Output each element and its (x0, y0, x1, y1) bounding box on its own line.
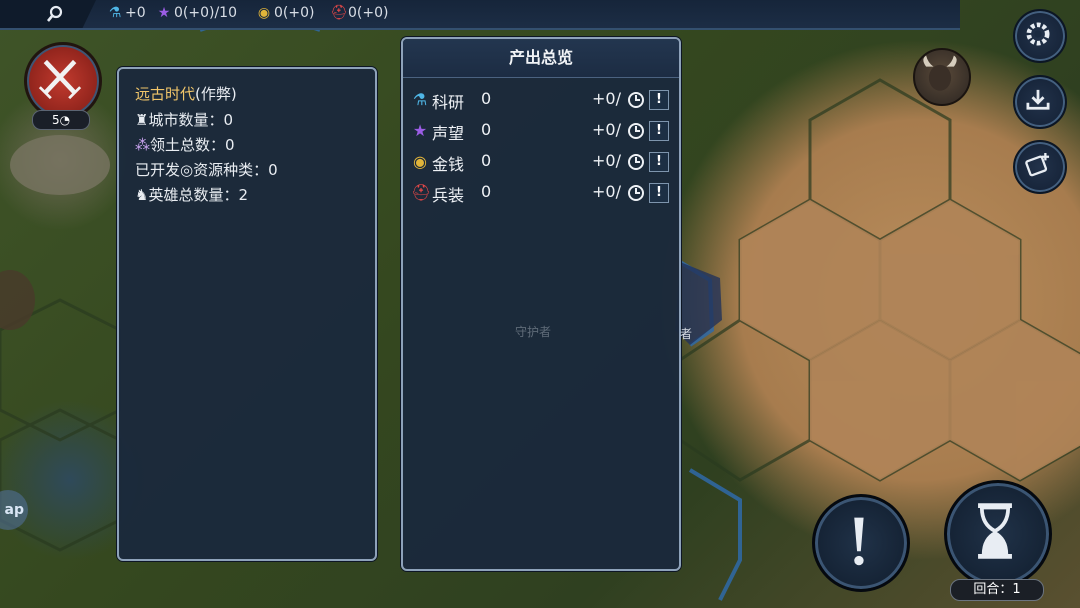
era-name: 远古时代 (135, 85, 196, 103)
clock-icon: ◔ (59, 113, 71, 127)
end-turn-button[interactable] (944, 480, 1052, 588)
hero-icon: ♞ (135, 186, 149, 204)
resource-bar: ⚗ +0 ★ 0(+0)/10 ◉ 0(+0) ⛑0(+0) (0, 0, 960, 30)
gold-coin-icon: ◉ (257, 5, 271, 21)
clock-icon (628, 92, 644, 108)
war-button[interactable] (24, 42, 102, 120)
output-overview-panel: 产出总览 ⚗ 科研 0 +0/ ! ★ 声望 0 +0/ ! ◉ 金钱 0 +0… (401, 37, 681, 571)
war-count-badge: 5◔ (32, 110, 90, 130)
search-button[interactable] (0, 0, 96, 28)
gold-output-row: ◉ 金钱 0 +0/ ! (411, 149, 669, 175)
armament-label: 兵装 (432, 186, 465, 205)
ticket-plus-icon (1025, 153, 1050, 177)
hero-count-text: 英雄总数量：2 (148, 186, 248, 204)
era-row: 远古时代(作弊) (135, 83, 237, 104)
prestige-rate: +0/ (592, 120, 621, 139)
science-value: +0 (125, 5, 146, 21)
resource-icon: ◎ (180, 161, 194, 179)
prestige-amount: 0 (481, 120, 492, 139)
clock-icon (628, 154, 644, 170)
download-button[interactable] (1013, 75, 1067, 129)
territory-icon: ⁂ (135, 136, 150, 154)
gold-label: 金钱 (432, 155, 465, 174)
city-count-text: 城市数量：0 (148, 111, 233, 129)
territory-count-row: ⁂领土总数：0 (135, 134, 235, 155)
crossed-swords-icon (38, 59, 82, 100)
star-icon: ★ (157, 5, 171, 21)
science-amount: 0 (481, 89, 492, 108)
armament-amount: 0 (481, 182, 492, 201)
map-unit-label-guardian: 守护者 (515, 325, 552, 339)
prestige-info-button[interactable]: ! (649, 121, 669, 141)
clock-icon (628, 185, 644, 201)
science-info-button[interactable]: ! (649, 90, 669, 110)
castle-icon: ♜ (135, 111, 149, 129)
download-icon (1026, 89, 1050, 110)
resource-types-label-b: 资源种类：0 (193, 161, 278, 179)
gold-amount: 0 (481, 151, 492, 170)
gold-info-button[interactable]: ! (649, 152, 669, 172)
settings-button[interactable] (1013, 9, 1067, 63)
armament-value: 0(+0) (348, 5, 389, 21)
science-label: 科研 (432, 93, 465, 112)
notifications-button[interactable] (812, 494, 910, 592)
build-queue-button[interactable] (1013, 140, 1067, 194)
era-suffix: (作弊) (195, 85, 237, 103)
bull-head-icon (923, 55, 957, 91)
armament-rate: +0/ (592, 182, 621, 201)
hero-count-row: ♞英雄总数量：2 (135, 184, 248, 205)
gold-value: 0(+0) (274, 5, 315, 21)
gold-rate: +0/ (592, 151, 621, 170)
territory-count-text: 领土总数：0 (150, 136, 235, 154)
science-flask-icon: ⚗ (412, 90, 428, 109)
armor-helmet-icon: ⛑ (330, 5, 348, 21)
empire-stats-panel: 远古时代(作弊) ♜城市数量：0 ⁂领土总数：0 已开发◎资源种类：0 ♞英雄总… (117, 67, 377, 561)
exclamation-icon (854, 517, 864, 566)
science-rate: +0/ (592, 89, 621, 108)
armament-resource[interactable]: ⛑0(+0) (330, 5, 388, 21)
prestige-output-row: ★ 声望 0 +0/ ! (411, 118, 669, 144)
resource-types-row: 已开发◎资源种类：0 (135, 159, 278, 180)
armament-info-button[interactable]: ! (649, 183, 669, 203)
output-panel-title: 产出总览 (403, 39, 679, 78)
gold-resource[interactable]: ◉ 0(+0) (256, 5, 315, 21)
prestige-value: 0(+0)/10 (174, 5, 237, 21)
prestige-label: 声望 (432, 124, 465, 143)
science-resource[interactable]: ⚗ +0 (107, 5, 146, 21)
armament-output-row: ⛑ 兵装 0 +0/ ! (411, 180, 669, 206)
clock-icon (628, 123, 644, 139)
star-icon: ★ (412, 121, 428, 140)
gear-icon (1026, 22, 1050, 46)
rival-leader-avatar[interactable] (913, 48, 971, 106)
science-flask-icon: ⚗ (108, 5, 122, 21)
search-icon (46, 5, 63, 22)
prestige-resource[interactable]: ★ 0(+0)/10 (156, 5, 237, 21)
war-count-value: 5 (51, 113, 60, 127)
hourglass-icon (978, 503, 1012, 559)
map-unit-label: 者 (680, 327, 693, 341)
science-output-row: ⚗ 科研 0 +0/ ! (411, 87, 669, 113)
turn-counter: 回合：1 (950, 579, 1044, 601)
gold-coin-icon: ◉ (413, 152, 427, 171)
armor-helmet-icon: ⛑ (411, 183, 432, 202)
city-count-row: ♜城市数量：0 (135, 109, 233, 130)
resource-types-label-a: 已开发 (135, 161, 181, 179)
